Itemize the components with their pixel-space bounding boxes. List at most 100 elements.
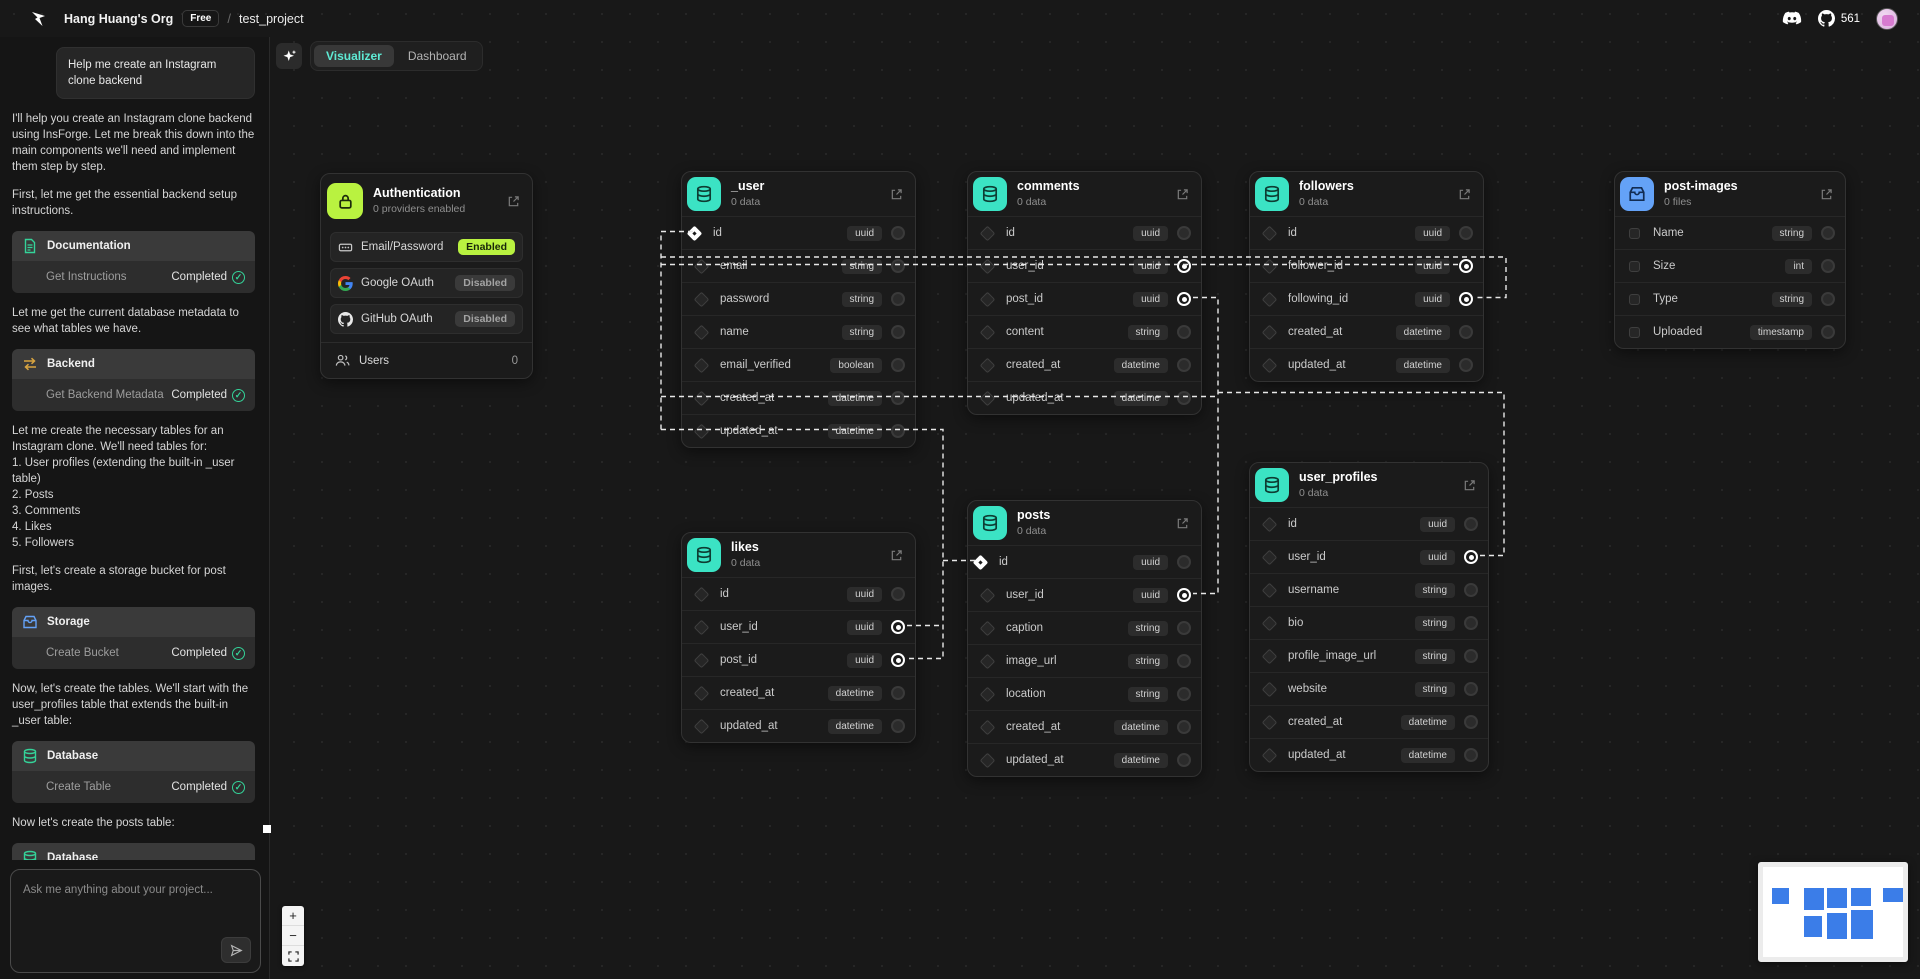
- tool-call-card[interactable]: Database Create Table Completed ✓: [12, 843, 255, 860]
- auth-provider-row[interactable]: Email/Password Enabled: [330, 232, 523, 262]
- user-avatar[interactable]: [1876, 7, 1898, 30]
- github-stars[interactable]: 561: [1817, 10, 1860, 27]
- field-connection-handle[interactable]: [891, 259, 905, 273]
- field-connection-handle[interactable]: [1459, 226, 1473, 240]
- project-name[interactable]: test_project: [239, 12, 304, 26]
- field-connection-handle[interactable]: [1177, 555, 1191, 569]
- field-connection-handle[interactable]: [1177, 292, 1191, 306]
- authentication-card[interactable]: Authentication 0 providers enabled Email…: [320, 173, 533, 379]
- table-node[interactable]: post-images 0 files Name string Size int…: [1614, 171, 1846, 349]
- tool-category-header[interactable]: Backend: [12, 349, 255, 379]
- auth-provider-row[interactable]: GitHub OAuth Disabled: [330, 304, 523, 334]
- table-header[interactable]: _user 0 data: [682, 172, 915, 216]
- field-connection-handle[interactable]: [1464, 649, 1478, 663]
- tool-call-card[interactable]: Backend Get Backend Metadata Completed ✓: [12, 349, 255, 411]
- field-connection-handle[interactable]: [1464, 517, 1478, 531]
- table-node[interactable]: likes 0 data id uuid user_id uuid post_i…: [681, 532, 916, 743]
- field-connection-handle[interactable]: [1821, 292, 1835, 306]
- discord-icon[interactable]: [1782, 11, 1802, 26]
- external-link-icon[interactable]: [1820, 188, 1833, 201]
- table-node[interactable]: _user 0 data id uuid email string passwo…: [681, 171, 916, 448]
- field-connection-handle[interactable]: [1821, 259, 1835, 273]
- field-connection-handle[interactable]: [1464, 682, 1478, 696]
- field-connection-handle[interactable]: [1177, 654, 1191, 668]
- field-connection-handle[interactable]: [1464, 616, 1478, 630]
- tool-call-card[interactable]: Documentation Get Instructions Completed…: [12, 231, 255, 293]
- field-connection-handle[interactable]: [1459, 292, 1473, 306]
- tool-action-row[interactable]: Create Table Completed ✓: [12, 771, 255, 803]
- field-connection-handle[interactable]: [891, 325, 905, 339]
- tool-action-row[interactable]: Create Bucket Completed ✓: [12, 637, 255, 669]
- field-connection-handle[interactable]: [1177, 720, 1191, 734]
- tool-category-header[interactable]: Documentation: [12, 231, 255, 261]
- field-connection-handle[interactable]: [891, 226, 905, 240]
- field-connection-handle[interactable]: [1177, 687, 1191, 701]
- field-connection-handle[interactable]: [1464, 748, 1478, 762]
- table-node[interactable]: comments 0 data id uuid user_id uuid pos…: [967, 171, 1202, 415]
- table-header[interactable]: followers 0 data: [1250, 172, 1483, 216]
- zoom-in-button[interactable]: +: [282, 906, 304, 926]
- table-header[interactable]: user_profiles 0 data: [1250, 463, 1488, 507]
- field-connection-handle[interactable]: [891, 358, 905, 372]
- org-name[interactable]: Hang Huang's Org: [64, 12, 173, 26]
- field-connection-handle[interactable]: [891, 653, 905, 667]
- field-connection-handle[interactable]: [891, 686, 905, 700]
- field-connection-handle[interactable]: [1177, 391, 1191, 405]
- tab-visualizer[interactable]: Visualizer: [314, 45, 394, 67]
- tab-dashboard[interactable]: Dashboard: [396, 45, 479, 67]
- table-header[interactable]: posts 0 data: [968, 501, 1201, 545]
- tool-category-header[interactable]: Storage: [12, 607, 255, 637]
- field-connection-handle[interactable]: [1464, 715, 1478, 729]
- table-header[interactable]: comments 0 data: [968, 172, 1201, 216]
- field-connection-handle[interactable]: [1177, 259, 1191, 273]
- external-link-icon[interactable]: [507, 195, 520, 208]
- auth-users-row[interactable]: Users 0: [321, 342, 532, 378]
- tool-action-row[interactable]: Get Backend Metadata Completed ✓: [12, 379, 255, 411]
- external-link-icon[interactable]: [1176, 517, 1189, 530]
- sidebar-resize-handle[interactable]: [263, 825, 271, 833]
- field-connection-handle[interactable]: [891, 292, 905, 306]
- field-connection-handle[interactable]: [1459, 325, 1473, 339]
- chat-history[interactable]: Help me create an Instagram clone backen…: [0, 37, 269, 860]
- field-connection-handle[interactable]: [1464, 583, 1478, 597]
- field-connection-handle[interactable]: [1459, 358, 1473, 372]
- table-header[interactable]: post-images 0 files: [1615, 172, 1845, 216]
- field-connection-handle[interactable]: [1177, 753, 1191, 767]
- zoom-out-button[interactable]: −: [282, 926, 304, 946]
- external-link-icon[interactable]: [1463, 479, 1476, 492]
- field-connection-handle[interactable]: [891, 391, 905, 405]
- field-connection-handle[interactable]: [891, 424, 905, 438]
- field-connection-handle[interactable]: [1464, 550, 1478, 564]
- tool-category-header[interactable]: Database: [12, 741, 255, 771]
- field-connection-handle[interactable]: [891, 587, 905, 601]
- external-link-icon[interactable]: [890, 549, 903, 562]
- minimap[interactable]: [1758, 862, 1908, 962]
- tool-call-card[interactable]: Storage Create Bucket Completed ✓: [12, 607, 255, 669]
- field-connection-handle[interactable]: [1821, 325, 1835, 339]
- chat-input[interactable]: Ask me anything about your project...: [10, 869, 261, 973]
- authentication-header[interactable]: Authentication 0 providers enabled: [321, 174, 532, 226]
- send-button[interactable]: [221, 937, 251, 963]
- visualizer-canvas[interactable]: Visualizer Dashboard Authentication 0 pr…: [270, 37, 1920, 979]
- field-connection-handle[interactable]: [1177, 358, 1191, 372]
- field-connection-handle[interactable]: [1177, 621, 1191, 635]
- external-link-icon[interactable]: [1176, 188, 1189, 201]
- table-node[interactable]: followers 0 data id uuid follower_id uui…: [1249, 171, 1484, 382]
- tool-action-row[interactable]: Get Instructions Completed ✓: [12, 261, 255, 293]
- tool-call-card[interactable]: Database Create Table Completed ✓: [12, 741, 255, 803]
- field-connection-handle[interactable]: [1177, 325, 1191, 339]
- external-link-icon[interactable]: [1458, 188, 1471, 201]
- new-chat-button[interactable]: [276, 43, 302, 69]
- field-connection-handle[interactable]: [891, 719, 905, 733]
- auth-provider-row[interactable]: Google OAuth Disabled: [330, 268, 523, 298]
- field-connection-handle[interactable]: [891, 620, 905, 634]
- table-header[interactable]: likes 0 data: [682, 533, 915, 577]
- field-connection-handle[interactable]: [1821, 226, 1835, 240]
- field-connection-handle[interactable]: [1177, 226, 1191, 240]
- field-connection-handle[interactable]: [1459, 259, 1473, 273]
- fit-view-button[interactable]: [282, 946, 304, 966]
- table-node[interactable]: user_profiles 0 data id uuid user_id uui…: [1249, 462, 1489, 772]
- external-link-icon[interactable]: [890, 188, 903, 201]
- field-connection-handle[interactable]: [1177, 588, 1191, 602]
- table-node[interactable]: posts 0 data id uuid user_id uuid captio…: [967, 500, 1202, 777]
